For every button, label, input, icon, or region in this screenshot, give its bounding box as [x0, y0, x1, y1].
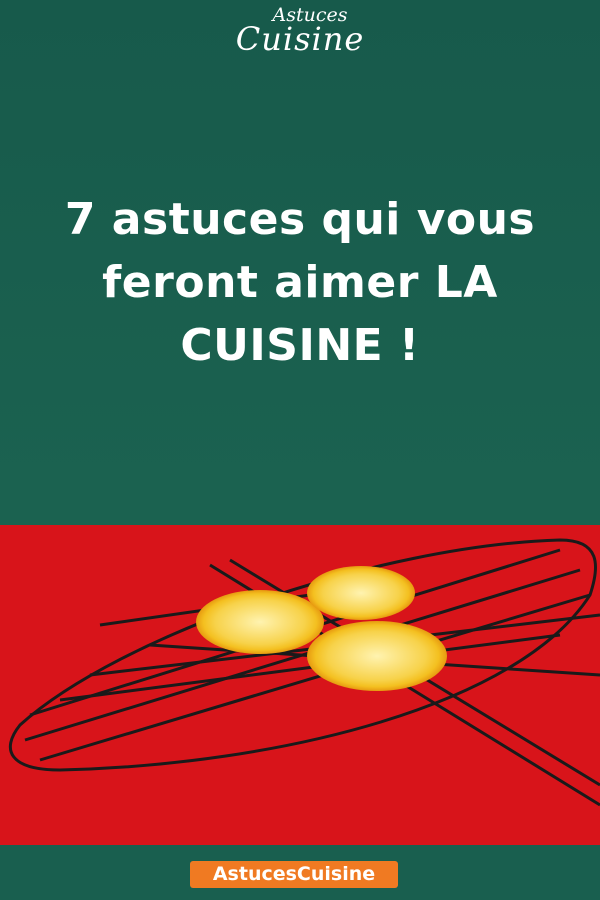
lemon-slice — [196, 566, 447, 691]
headline: 7 astuces qui vous feront aimer LA CUISI… — [64, 194, 536, 371]
brand-badge[interactable]: AstucesCuisine — [190, 861, 398, 888]
lemon-rack-photo — [0, 525, 600, 845]
logo-line-2: Cuisine — [235, 20, 365, 58]
brand-logo: Astuces Cuisine — [0, 4, 600, 58]
footer: AstucesCuisine — [0, 845, 600, 900]
